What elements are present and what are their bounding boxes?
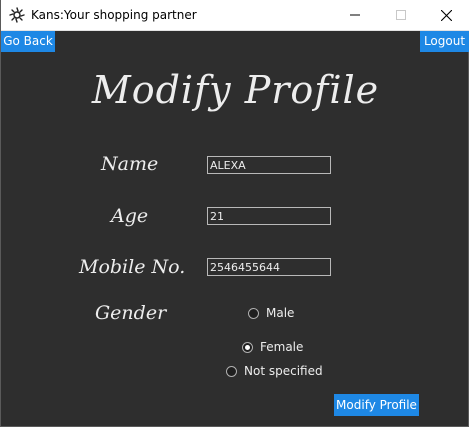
mobile-field[interactable] [207, 258, 331, 276]
page-title: Modify Profile [91, 68, 380, 112]
gender-radio-female[interactable]: Female [242, 340, 303, 354]
name-field[interactable] [207, 156, 331, 174]
app-window: Kans:Your shopping partner Go Back Logou… [0, 0, 469, 427]
maximize-icon [396, 10, 406, 20]
gender-option-label: Male [266, 306, 295, 320]
gender-radio-not-specified[interactable]: Not specified [226, 364, 323, 378]
gender-option-label: Not specified [244, 364, 323, 378]
mobile-label: Mobile No. [79, 256, 186, 278]
gender-option-label: Female [260, 340, 304, 354]
gender-radio-male[interactable]: Male [248, 306, 294, 320]
radio-button-icon[interactable] [248, 307, 259, 319]
close-icon [440, 9, 452, 21]
maximize-button[interactable] [378, 0, 424, 30]
radio-button-checked-icon[interactable] [242, 341, 253, 353]
go-back-button[interactable]: Go Back [1, 31, 55, 52]
window-title: Kans:Your shopping partner [31, 8, 197, 22]
radio-button-icon[interactable] [226, 365, 237, 377]
age-label: Age [111, 205, 149, 227]
app-logo-icon [9, 7, 25, 23]
minimize-button[interactable] [332, 0, 378, 30]
age-field[interactable] [207, 207, 331, 225]
close-button[interactable] [423, 0, 469, 30]
name-label: Name [101, 153, 159, 175]
logout-button[interactable]: Logout [420, 31, 469, 52]
modify-profile-button[interactable]: Modify Profile [334, 394, 419, 416]
gender-label: Gender [95, 302, 167, 324]
title-bar: Kans:Your shopping partner [1, 0, 469, 31]
minimize-icon [350, 14, 360, 16]
